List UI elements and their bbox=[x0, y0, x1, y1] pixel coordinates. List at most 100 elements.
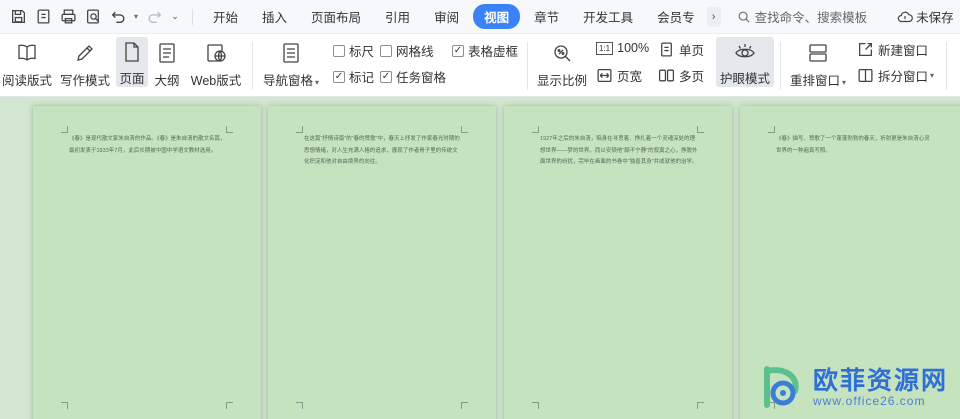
office26-logo-icon bbox=[763, 366, 799, 408]
print-preview-icon[interactable] bbox=[81, 5, 105, 29]
page-corner-mark bbox=[768, 126, 775, 133]
table-gridlines-label: 表格虚框 bbox=[468, 45, 519, 59]
rearrange-windows-label: 重排窗口 bbox=[789, 74, 840, 88]
write-mode-label: 写作模式 bbox=[59, 74, 110, 88]
document-page[interactable]: 《春》是现代散文家朱自清的作品。《春》是朱自清的散文名篇，最初发表于1933年7… bbox=[33, 106, 261, 419]
percent-100-label: 100% bbox=[617, 41, 650, 55]
multi-page-icon bbox=[658, 69, 675, 82]
table-gridlines-checkbox[interactable]: ✓ 表格虚框 bbox=[452, 41, 518, 60]
split-window-button[interactable]: 拆分窗口 ▾ bbox=[857, 66, 934, 85]
page-text[interactable]: 《春》描写、赞歌了一个蓬蓬勃勃的春天，折射更是朱自清心灵世界的一种遍真写照。 bbox=[776, 134, 934, 157]
divider bbox=[192, 8, 193, 25]
tab-insert[interactable]: 插入 bbox=[252, 4, 297, 29]
quick-access-toolbar: ▾ ⌄ bbox=[0, 5, 184, 29]
undo-dropdown-icon[interactable]: ▾ bbox=[131, 5, 141, 29]
document-area[interactable]: 《春》是现代散文家朱自清的作品。《春》是朱自清的散文名篇，最初发表于1933年7… bbox=[0, 98, 960, 419]
ruler-checkbox[interactable]: 标尺 bbox=[333, 41, 374, 60]
new-window-button[interactable]: 新建窗口 bbox=[857, 40, 928, 59]
checkmark-icon: ✓ bbox=[333, 70, 345, 83]
page-corner-mark bbox=[296, 126, 303, 133]
page-text[interactable]: 1927年之后的朱自清，陷身在寻思着、挣扎着一个灵魂深处的理想世界——梦的世界。… bbox=[540, 134, 698, 169]
redo-icon[interactable] bbox=[142, 5, 166, 29]
single-page-label: 单页 bbox=[679, 44, 705, 58]
wps-writer-window: ▾ ⌄ 开始 插入 页面布局 引用 审阅 视图 章节 开发工具 会员专 › 查找… bbox=[0, 0, 960, 419]
multi-page-label: 多页 bbox=[679, 70, 705, 84]
eye-icon bbox=[732, 40, 758, 64]
tab-references[interactable]: 引用 bbox=[375, 4, 420, 29]
more-tabs-chevron-icon[interactable]: › bbox=[706, 6, 721, 27]
save-icon[interactable] bbox=[6, 5, 30, 29]
tab-review[interactable]: 审阅 bbox=[424, 4, 469, 29]
checkbox-icon bbox=[333, 44, 345, 57]
page-text[interactable]: 在这篇“抒情诗篇”的“春的赞歌”中，春天上抒发了作家春光时期的思想情绪，对人生充… bbox=[304, 134, 462, 169]
tab-view[interactable]: 视图 bbox=[473, 4, 521, 29]
read-mode-button[interactable]: 阅读版式 bbox=[2, 40, 52, 89]
page-corner-mark bbox=[226, 402, 233, 409]
checkmark-icon: ✓ bbox=[380, 70, 392, 83]
document-page[interactable]: 1927年之后的朱自清，陷身在寻思着、挣扎着一个灵魂深处的理想世界——梦的世界。… bbox=[504, 106, 732, 419]
task-pane-label: 任务窗格 bbox=[396, 71, 447, 85]
watermark-url: www.office26.com bbox=[812, 393, 926, 408]
navigation-pane-label: 导航窗格 bbox=[262, 74, 313, 88]
page-width-button[interactable]: 页宽 bbox=[596, 66, 642, 85]
cloud-unsaved-icon bbox=[897, 11, 913, 22]
menu-bar: ▾ ⌄ 开始 插入 页面布局 引用 审阅 视图 章节 开发工具 会员专 › 查找… bbox=[0, 0, 960, 34]
print-icon[interactable] bbox=[56, 5, 80, 29]
divider bbox=[780, 42, 781, 90]
single-page-button[interactable]: 单页 bbox=[658, 40, 704, 59]
web-layout-label: Web版式 bbox=[190, 74, 242, 88]
tab-page-layout[interactable]: 页面布局 bbox=[301, 4, 371, 29]
marks-checkbox[interactable]: ✓ 标记 bbox=[333, 67, 374, 86]
rearrange-windows-button[interactable]: 重排窗口 ▾ bbox=[788, 40, 848, 89]
actual-size-button[interactable]: 1:1 100% bbox=[596, 41, 649, 55]
site-watermark: 欧菲资源网 www.office26.com bbox=[755, 361, 948, 413]
page-corner-mark bbox=[61, 126, 68, 133]
customize-toolbar-icon[interactable]: ⌄ bbox=[167, 5, 183, 29]
write-mode-button[interactable]: 写作模式 bbox=[58, 40, 112, 89]
navigation-pane-icon bbox=[278, 40, 304, 66]
split-window-icon bbox=[858, 69, 873, 82]
undo-icon[interactable] bbox=[106, 5, 130, 29]
page-view-button[interactable]: 页面 bbox=[116, 37, 148, 87]
save-status[interactable]: 未保存 bbox=[897, 7, 954, 26]
single-page-icon bbox=[661, 42, 672, 57]
tab-member[interactable]: 会员专 bbox=[647, 4, 705, 29]
page-corner-mark bbox=[296, 402, 303, 409]
chevron-down-icon: ▾ bbox=[842, 78, 847, 87]
multi-page-button[interactable]: 多页 bbox=[658, 66, 704, 85]
eye-care-label: 护眼模式 bbox=[719, 72, 770, 86]
gridlines-label: 网格线 bbox=[396, 45, 434, 59]
checkbox-icon bbox=[380, 44, 392, 57]
tab-sections[interactable]: 章节 bbox=[524, 4, 569, 29]
outline-label: 大纲 bbox=[154, 74, 180, 88]
gridlines-checkbox[interactable]: 网格线 bbox=[380, 41, 434, 60]
export-pdf-icon[interactable] bbox=[31, 5, 55, 29]
page-corner-mark bbox=[697, 402, 704, 409]
task-pane-checkbox[interactable]: ✓ 任务窗格 bbox=[380, 67, 446, 86]
page-view-label: 页面 bbox=[119, 72, 145, 86]
page-icon bbox=[119, 40, 145, 64]
navigation-pane-button[interactable]: 导航窗格 ▾ bbox=[260, 40, 322, 89]
eye-care-mode-button[interactable]: 护眼模式 bbox=[716, 37, 774, 87]
one-to-one-icon: 1:1 bbox=[596, 41, 614, 55]
marks-label: 标记 bbox=[349, 71, 375, 85]
page-text[interactable]: 《春》是现代散文家朱自清的作品。《春》是朱自清的散文名篇，最初发表于1933年7… bbox=[69, 134, 227, 157]
web-layout-button[interactable]: Web版式 bbox=[188, 40, 244, 89]
outline-button[interactable]: 大纲 bbox=[152, 40, 182, 89]
chevron-down-icon: ▾ bbox=[315, 78, 320, 87]
zoom-percent-icon bbox=[549, 40, 575, 66]
page-corner-mark bbox=[226, 126, 233, 133]
page-corner-mark bbox=[697, 126, 704, 133]
tab-developer[interactable]: 开发工具 bbox=[573, 4, 643, 29]
divider bbox=[252, 42, 253, 90]
page-width-label: 页宽 bbox=[617, 70, 643, 84]
new-window-label: 新建窗口 bbox=[878, 44, 929, 58]
zoom-ratio-button[interactable]: 显示比例 bbox=[535, 40, 589, 89]
tab-home[interactable]: 开始 bbox=[203, 4, 248, 29]
rearrange-windows-icon bbox=[805, 40, 831, 66]
document-page[interactable]: 在这篇“抒情诗篇”的“春的赞歌”中，春天上抒发了作家春光时期的思想情绪，对人生充… bbox=[268, 106, 496, 419]
page-corner-mark bbox=[61, 402, 68, 409]
command-search[interactable]: 查找命令、搜索模板 bbox=[737, 7, 867, 26]
view-ribbon: 阅读版式 写作模式 页面 大纲 Web版式 导航窗格 ▾ 标尺 网格线 ✓ 表格… bbox=[0, 34, 960, 97]
page-corner-mark bbox=[532, 126, 539, 133]
